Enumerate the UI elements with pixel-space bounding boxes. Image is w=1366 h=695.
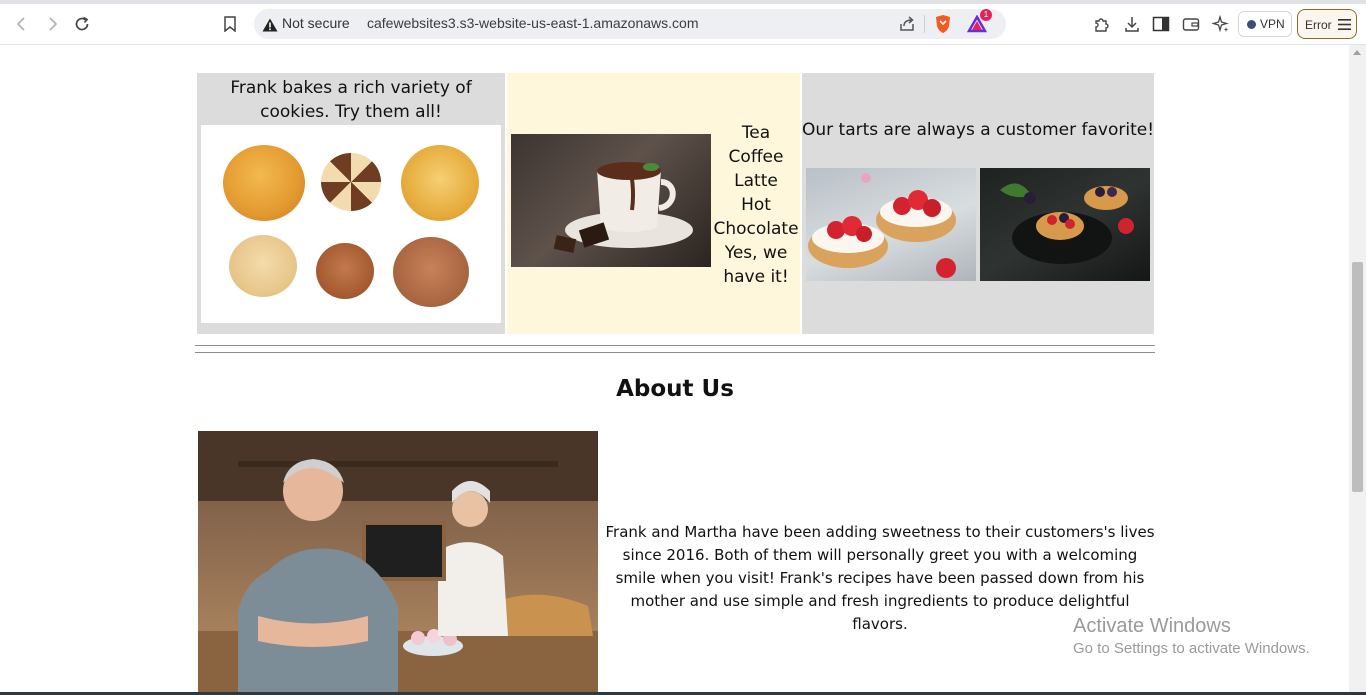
url-text[interactable]: cafewebsites3.s3-website-us-east-1.amazo… bbox=[367, 15, 698, 31]
vpn-label: VPN bbox=[1260, 17, 1285, 31]
hot-chocolate-image bbox=[511, 134, 711, 267]
drink-hot-chocolate: Hot Chocolate bbox=[713, 195, 799, 239]
cookies-caption: Frank bakes a rich variety of cookies. T… bbox=[230, 78, 472, 122]
back-icon[interactable] bbox=[10, 12, 34, 36]
drink-tea: Tea bbox=[741, 123, 771, 143]
brave-shields-icon[interactable] bbox=[932, 13, 954, 35]
cookie bbox=[321, 153, 381, 211]
about-us-heading: About Us bbox=[616, 376, 734, 402]
drinks-list: Tea Coffee Latte Hot Chocolate Yes, we h… bbox=[712, 121, 800, 289]
cookies-image bbox=[201, 125, 501, 323]
section-divider bbox=[195, 352, 1155, 353]
download-icon[interactable] bbox=[1121, 13, 1143, 35]
browser-toolbar: Not secure cafewebsites3.s3-website-us-e… bbox=[0, 4, 1366, 45]
address-bar[interactable]: Not secure cafewebsites3.s3-website-us-e… bbox=[254, 9, 1006, 39]
strawberry-tart-image bbox=[806, 168, 976, 281]
wallet-icon[interactable] bbox=[1180, 13, 1202, 35]
cookie bbox=[316, 243, 374, 299]
activate-windows-watermark: Activate Windows bbox=[1073, 615, 1231, 637]
menu-icon bbox=[1338, 19, 1351, 33]
vpn-status-dot bbox=[1247, 20, 1256, 29]
drinks-yes-we-have-it: Yes, we have it! bbox=[723, 243, 789, 287]
activate-windows-hint: Go to Settings to activate Windows. bbox=[1073, 640, 1310, 657]
cookie bbox=[229, 235, 297, 297]
drink-latte: Latte bbox=[734, 171, 778, 191]
cookie bbox=[393, 237, 469, 307]
bookmark-icon[interactable] bbox=[218, 12, 242, 36]
scrollbar-thumb[interactable] bbox=[1352, 262, 1363, 492]
cookie bbox=[223, 145, 305, 221]
forward-icon[interactable] bbox=[40, 12, 64, 36]
berry-tart-image bbox=[980, 168, 1150, 281]
error-menu-button[interactable]: Error bbox=[1297, 9, 1357, 39]
leo-ai-icon[interactable] bbox=[1210, 13, 1232, 35]
drink-coffee: Coffee bbox=[728, 147, 784, 167]
error-label: Error bbox=[1305, 18, 1332, 32]
section-divider bbox=[195, 345, 1155, 346]
divider bbox=[924, 15, 925, 33]
vpn-button[interactable]: VPN bbox=[1238, 11, 1292, 37]
drinks-panel: Tea Coffee Latte Hot Chocolate Yes, we h… bbox=[507, 73, 800, 334]
scroll-up-arrow[interactable] bbox=[1353, 50, 1361, 55]
cookies-panel: Frank bakes a rich variety of cookies. T… bbox=[197, 73, 505, 334]
rewards-badge: 1 bbox=[980, 9, 992, 21]
brave-rewards-icon[interactable]: 1 bbox=[966, 9, 992, 35]
reload-icon[interactable] bbox=[70, 12, 94, 36]
cookie bbox=[401, 145, 479, 221]
warning-icon bbox=[262, 17, 278, 32]
security-status-label[interactable]: Not secure bbox=[282, 15, 350, 31]
sidebar-icon[interactable] bbox=[1150, 13, 1172, 35]
extensions-icon[interactable] bbox=[1091, 13, 1113, 35]
tarts-caption: Our tarts are always a customer favorite… bbox=[802, 120, 1155, 140]
owners-photo bbox=[198, 431, 598, 695]
share-icon[interactable] bbox=[896, 13, 918, 35]
tarts-panel: Our tarts are always a customer favorite… bbox=[802, 73, 1154, 334]
